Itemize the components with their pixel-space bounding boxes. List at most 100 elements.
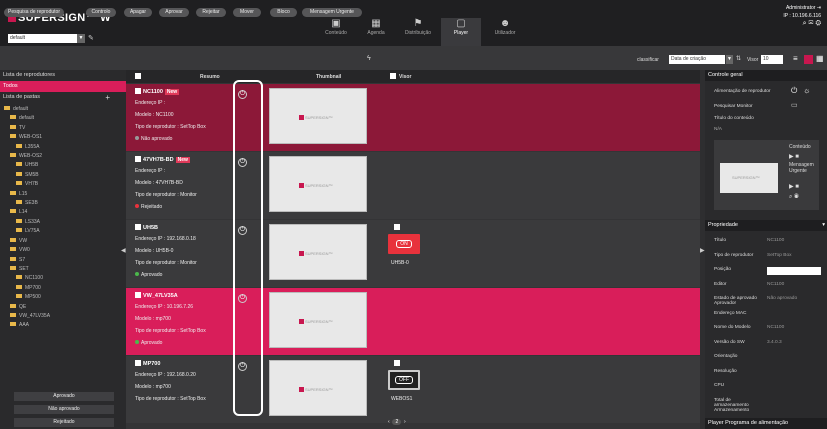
- message-icon[interactable]: ✉: [809, 20, 814, 27]
- folder-item[interactable]: VH7B: [0, 180, 126, 189]
- row-checkbox[interactable]: [135, 360, 141, 366]
- folder-item[interactable]: SET: [0, 265, 126, 274]
- folder-item[interactable]: L14: [0, 208, 126, 217]
- collapse-right-icon[interactable]: ▶: [700, 247, 705, 254]
- player-row[interactable]: NC1100 New Endereço IP : Modelo : NC1100 Tip…: [126, 84, 700, 151]
- tile-view-icon[interactable]: [804, 55, 813, 64]
- approved-filter-button[interactable]: Aprovado: [14, 392, 114, 401]
- pagination[interactable]: ‹ 2 ›: [388, 419, 406, 425]
- nav-distribution[interactable]: ⚑ Distribuição: [398, 18, 438, 46]
- content-play-controls[interactable]: ▶ ■: [789, 153, 799, 160]
- player-row[interactable]: UH5B Endereço IP : 192.168.0.18 Modelo : U…: [126, 220, 700, 287]
- sort-select[interactable]: Data de criação: [669, 55, 725, 64]
- move-button[interactable]: Mover: [233, 8, 261, 17]
- player-row[interactable]: VW_47LV35A Endereço IP : 10.196.7.26 Model…: [126, 288, 700, 355]
- nav-content[interactable]: ▣ Conteúdo: [316, 18, 356, 46]
- approve-button[interactable]: Aprovar: [159, 8, 189, 17]
- folder-item[interactable]: VW0: [0, 246, 126, 255]
- folder-item[interactable]: SE3B: [0, 199, 126, 208]
- ip-address: IP : 10.196.6.116: [783, 13, 821, 19]
- folder-item[interactable]: default: [0, 105, 126, 114]
- property-label: Versão do SW: [714, 339, 745, 345]
- power-column-highlight: [233, 80, 263, 416]
- chevron-down-icon[interactable]: ▼: [77, 34, 85, 43]
- sort-order-icon[interactable]: ⇅: [736, 55, 741, 62]
- status-dot: [135, 204, 139, 208]
- grid-view-icon[interactable]: ▦: [816, 54, 824, 63]
- folder-item[interactable]: WEB-OS2: [0, 152, 126, 161]
- folder-item[interactable]: L355A: [0, 143, 126, 152]
- property-value[interactable]: [767, 267, 821, 275]
- folder-item[interactable]: default: [0, 114, 126, 123]
- player-row[interactable]: 47VH7B-BD New Endereço IP : Modelo : 47VH7B…: [126, 152, 700, 219]
- folder-item[interactable]: NC1100: [0, 274, 126, 283]
- collapse-left-icon[interactable]: ◀: [121, 247, 126, 254]
- page-number[interactable]: 2: [392, 419, 402, 425]
- chevron-down-icon[interactable]: ▾: [822, 220, 825, 231]
- brightness-icon[interactable]: ☼: [803, 86, 810, 95]
- group-select[interactable]: default ▼: [8, 34, 85, 43]
- player-row[interactable]: MP700 Endereço IP : 192.168.0.20 Modelo : …: [126, 356, 700, 423]
- view-count-select[interactable]: 10: [761, 55, 783, 64]
- monitor-status[interactable]: OFF: [388, 370, 420, 390]
- search-icon[interactable]: ⌕: [803, 20, 807, 27]
- all-players-item[interactable]: Todos: [0, 81, 126, 92]
- select-all-checkbox[interactable]: [135, 73, 141, 79]
- property-label: Editor: [714, 281, 727, 287]
- visor-checkbox[interactable]: [394, 224, 400, 230]
- folder-item[interactable]: QE: [0, 303, 126, 312]
- preview-thumbnail: SUPERSIGN™: [720, 163, 778, 193]
- monitor-icon[interactable]: ▭: [791, 101, 798, 109]
- folder-item[interactable]: AAA: [0, 321, 126, 330]
- prev-page-icon[interactable]: ‹: [388, 419, 390, 425]
- visor-checkbox[interactable]: [394, 360, 400, 366]
- folder-item[interactable]: L15: [0, 190, 126, 199]
- search-player-button[interactable]: Pesquisa de reprodutor: [4, 8, 64, 17]
- signal-icon[interactable]: ϟ: [367, 55, 371, 62]
- urgent-message-button[interactable]: Mensagem Urgente: [302, 8, 362, 17]
- visor-checkbox[interactable]: [390, 73, 396, 79]
- row-checkbox[interactable]: [135, 156, 141, 162]
- chevron-down-icon[interactable]: ▼: [726, 55, 733, 64]
- folder-item[interactable]: WEB-OS1: [0, 133, 126, 142]
- control-button[interactable]: Controlo: [86, 8, 116, 17]
- rejected-filter-button[interactable]: Rejeitado: [14, 418, 114, 427]
- add-folder-icon[interactable]: +: [105, 92, 110, 103]
- not-approved-filter-button[interactable]: Não aprovado: [14, 405, 114, 414]
- row-checkbox[interactable]: [135, 224, 141, 230]
- monitor-status[interactable]: ON: [388, 234, 420, 254]
- folder-icon: [16, 218, 22, 223]
- folder-item[interactable]: LS33A: [0, 218, 126, 227]
- folder-item[interactable]: UH5B: [0, 161, 126, 170]
- row-checkbox[interactable]: [135, 292, 141, 298]
- next-page-icon[interactable]: ›: [404, 419, 406, 425]
- folder-item[interactable]: VW_47LV35A: [0, 312, 126, 321]
- row-checkbox[interactable]: [135, 88, 141, 94]
- folder-item[interactable]: MP700: [0, 284, 126, 293]
- property-label: Posição: [714, 267, 732, 272]
- gear-icon[interactable]: ⚙: [815, 20, 821, 27]
- urgent-play-controls[interactable]: ▶ ■: [789, 183, 799, 190]
- zoom-camera-icons[interactable]: ⌕ ◉: [789, 194, 799, 201]
- calendar-icon: ▦: [371, 18, 381, 29]
- list-view-icon[interactable]: ≡: [793, 54, 798, 63]
- nav-user[interactable]: ☻ Utilizador: [485, 18, 525, 46]
- nav-player[interactable]: ▢ Player: [441, 18, 481, 46]
- folder-item[interactable]: MP500: [0, 293, 126, 302]
- edit-icon[interactable]: ✎: [88, 34, 94, 42]
- admin-user[interactable]: Administrator: [786, 5, 815, 11]
- logout-icon[interactable]: ⇥: [817, 5, 821, 11]
- folder-icon: [10, 322, 16, 327]
- delete-button[interactable]: Apagar: [124, 8, 152, 17]
- folder-item[interactable]: LV75A: [0, 227, 126, 236]
- thumbnail: SUPERSIGN™: [269, 360, 367, 416]
- folder-item[interactable]: SM5B: [0, 171, 126, 180]
- folder-item[interactable]: S7: [0, 256, 126, 265]
- power-icon[interactable]: ⏻: [791, 86, 797, 96]
- block-button[interactable]: Bloco: [270, 8, 297, 17]
- nav-schedule[interactable]: ▦ Agenda: [356, 18, 396, 46]
- folder-item[interactable]: VW: [0, 237, 126, 246]
- reject-button[interactable]: Rejeitar: [196, 8, 226, 17]
- folder-item[interactable]: TV: [0, 124, 126, 133]
- power-program-title[interactable]: Player Programa de alimentação: [705, 418, 827, 429]
